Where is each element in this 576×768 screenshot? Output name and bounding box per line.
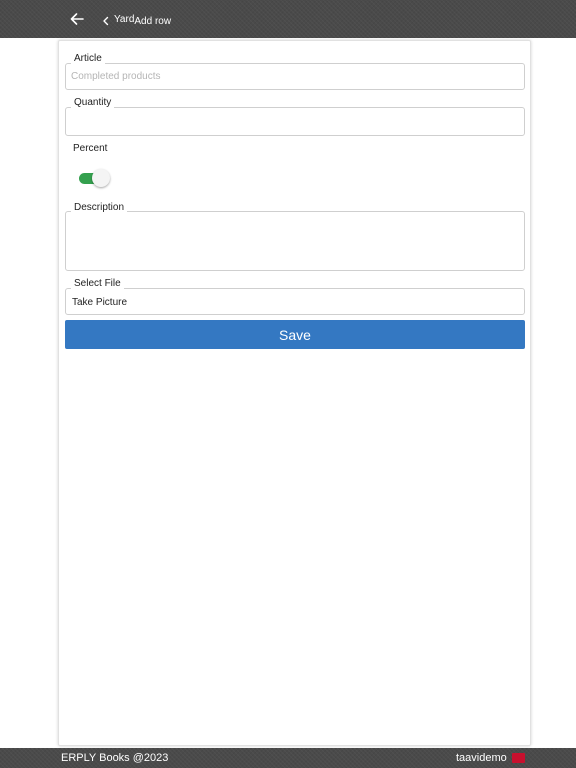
description-label: Description [71, 202, 128, 214]
select-file-field: Take Picture Select File [65, 277, 525, 315]
top-bar: Yard Add row [0, 0, 576, 38]
back-button[interactable] [68, 10, 86, 28]
arrow-left-icon [70, 13, 84, 25]
chevron-left-icon [103, 16, 109, 26]
quantity-input[interactable] [71, 113, 519, 129]
username[interactable]: taavidemo [456, 752, 507, 764]
quantity-label: Quantity [71, 97, 115, 109]
footer: ERPLY Books @2023 taavidemo [0, 748, 576, 768]
copyright-text: ERPLY Books @2023 [61, 752, 169, 764]
select-file-label: Select File [71, 278, 124, 290]
take-picture-option[interactable]: Take Picture [72, 297, 127, 308]
quantity-field: Quantity [65, 95, 525, 137]
file-picker[interactable]: Take Picture [65, 288, 525, 315]
toggle-thumb [92, 169, 110, 187]
percent-label: Percent [73, 143, 108, 154]
form-card: Article Quantity Percent Description Tak… [58, 40, 531, 746]
description-input[interactable] [71, 218, 519, 266]
breadcrumb[interactable]: Yard Add row [102, 11, 171, 29]
percent-toggle[interactable] [79, 167, 111, 189]
article-field: Article [65, 51, 525, 91]
flag-icon[interactable] [512, 753, 525, 763]
description-field: Description [65, 200, 525, 272]
article-input[interactable] [71, 68, 519, 84]
page-title: Add row [134, 16, 172, 27]
save-button[interactable]: Save [65, 320, 525, 349]
article-label: Article [71, 53, 105, 65]
breadcrumb-parent[interactable]: Yard [114, 13, 134, 27]
